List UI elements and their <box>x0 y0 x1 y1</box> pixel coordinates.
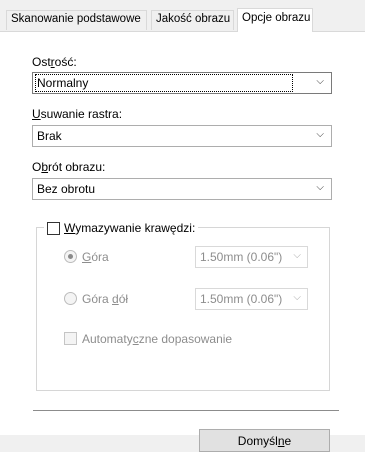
tab-label: Jakość obrazu <box>156 13 231 25</box>
sharpness-label: Ostrość: <box>32 55 77 69</box>
descreen-label: Usuwanie rastra: <box>32 107 123 121</box>
tab-strip: Skanowanie podstawowe Jakość obrazu Opcj… <box>0 0 365 32</box>
chevron-down-icon: ⌵ <box>316 76 324 87</box>
auto-fit-label: Automatyczne dopasowanie <box>82 332 233 346</box>
tab-label: Skanowanie podstawowe <box>11 13 141 25</box>
auto-fit-checkbox[interactable] <box>64 332 77 345</box>
chevron-down-icon: ⌵ <box>316 182 324 193</box>
edge-erase-header: Wymazywanie krawędzi: <box>44 220 199 236</box>
tab-image-quality[interactable]: Jakość obrazu <box>151 10 234 30</box>
tab-image-options[interactable]: Opcje obrazu <box>237 8 313 32</box>
descreen-select[interactable]: Brak ⌵ <box>32 125 332 147</box>
top-margin-value: 1.50mm (0.06") <box>200 250 283 264</box>
top-bottom-label: Góra dół <box>82 292 129 306</box>
edge-erase-checkbox[interactable] <box>47 221 60 235</box>
tab-basic-scan[interactable]: Skanowanie podstawowe <box>6 10 147 30</box>
sharpness-value: Normalny <box>35 74 293 92</box>
edge-erase-label: Wymazywanie krawędzi: <box>64 221 196 235</box>
top-label: Góra <box>82 250 109 264</box>
chevron-down-icon: ⌵ <box>293 292 301 303</box>
top-bottom-margin-value: 1.50mm (0.06") <box>200 292 283 306</box>
descreen-value: Brak <box>37 129 62 143</box>
tab-panel: Ostrość: Normalny ⌵ Usuwanie rastra: Bra… <box>0 31 365 452</box>
default-button[interactable]: Domyślne <box>199 429 330 452</box>
top-bottom-radio[interactable] <box>64 292 77 305</box>
sharpness-select[interactable]: Normalny ⌵ <box>32 72 332 94</box>
tab-label: Opcje obrazu <box>242 12 311 24</box>
rotation-value: Bez obrotu <box>37 182 96 196</box>
rotation-label: Obrót obrazu: <box>32 160 106 174</box>
chevron-down-icon: ⌵ <box>316 129 324 140</box>
separator <box>33 410 339 411</box>
top-margin-select[interactable]: 1.50mm (0.06") ⌵ <box>195 246 308 268</box>
top-radio[interactable] <box>64 250 77 263</box>
top-bottom-margin-select[interactable]: 1.50mm (0.06") ⌵ <box>195 288 308 310</box>
rotation-select[interactable]: Bez obrotu ⌵ <box>32 178 332 200</box>
chevron-down-icon: ⌵ <box>293 250 301 261</box>
